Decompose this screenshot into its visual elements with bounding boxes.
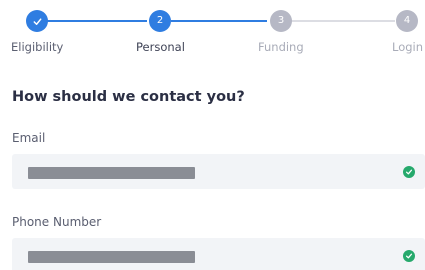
step-label-eligibility: Eligibility [11, 40, 64, 54]
stepper-track-active [171, 20, 267, 22]
step-label-login: Login [392, 40, 424, 54]
checkmark-icon [33, 17, 41, 25]
form-heading: How should we contact you? [12, 89, 245, 105]
valid-check-icon [403, 250, 415, 262]
step-login-pending: 4 [396, 10, 418, 32]
step-funding-pending: 3 [270, 10, 292, 32]
phone-number-field[interactable] [12, 238, 425, 270]
valid-check-icon [403, 166, 415, 178]
step-personal-active: 2 [149, 10, 171, 32]
phone-value-redacted [28, 251, 195, 263]
step-eligibility-complete [26, 10, 48, 32]
stepper-track-pending [291, 20, 395, 22]
step-label-personal: Personal [136, 40, 185, 54]
phone-label: Phone Number [12, 215, 102, 229]
email-field[interactable] [12, 154, 425, 189]
stepper-track-completed [39, 20, 147, 22]
email-value-redacted [28, 167, 195, 179]
progress-stepper: Eligibility 2 Personal 3 Funding 4 Login [0, 0, 425, 60]
email-label: Email [12, 131, 46, 145]
step-label-funding: Funding [258, 40, 304, 54]
